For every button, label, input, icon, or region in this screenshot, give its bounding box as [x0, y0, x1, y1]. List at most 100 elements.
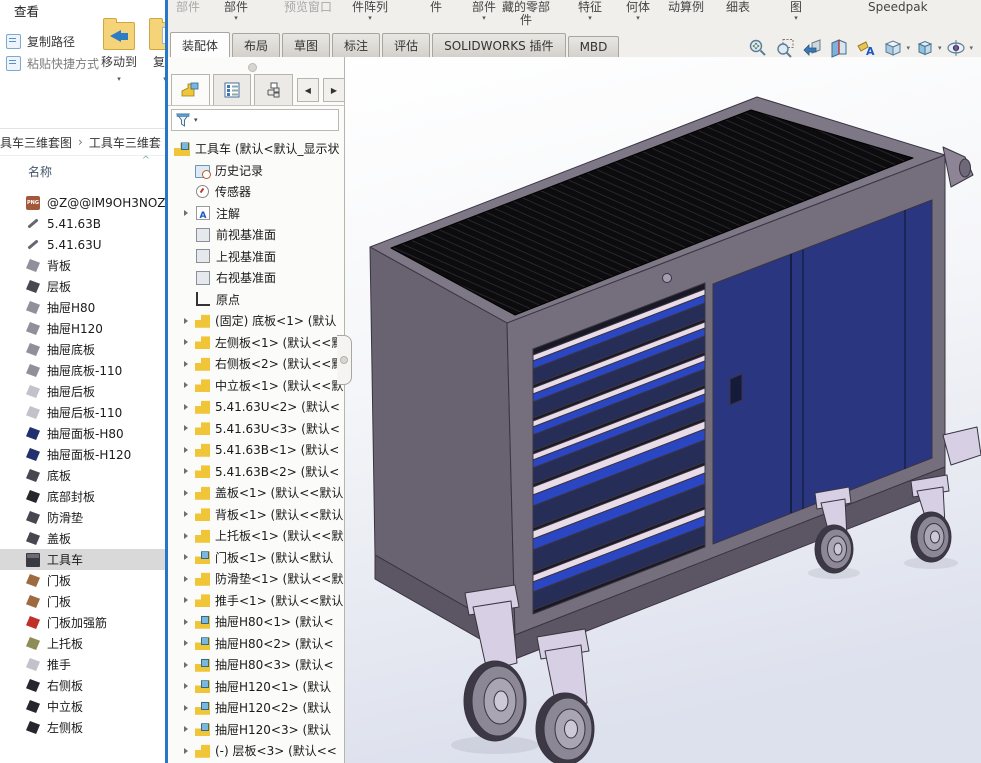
expand-arrow-icon[interactable] — [184, 597, 195, 603]
zoom-to-fit-icon[interactable] — [746, 36, 770, 60]
tree-item[interactable]: 前视基准面 — [168, 224, 345, 246]
annotation-visibility-icon[interactable]: A — [854, 36, 878, 60]
breadcrumb-part[interactable]: 具车三维套图 — [0, 134, 72, 151]
file-row[interactable]: 抽屉底板 — [0, 339, 165, 360]
display-style-icon[interactable] — [913, 36, 937, 60]
expand-arrow-icon[interactable] — [184, 210, 195, 216]
file-row[interactable]: 门板 — [0, 591, 165, 612]
expand-arrow-icon[interactable] — [184, 640, 195, 646]
file-row[interactable]: 抽屉底板-110 — [0, 360, 165, 381]
tree-item[interactable]: 抽屉H80<1> (默认< — [168, 611, 345, 633]
hide-show-items-icon[interactable] — [944, 36, 968, 60]
expand-arrow-icon[interactable] — [184, 490, 195, 496]
expand-arrow-icon[interactable] — [184, 425, 195, 431]
tree-item[interactable]: 抽屉H80<3> (默认< — [168, 654, 345, 676]
tree-item[interactable]: 盖板<1> (默认<<默认 — [168, 482, 345, 504]
graphics-viewport[interactable] — [345, 57, 981, 763]
tool-cart-model[interactable] — [345, 57, 981, 763]
panel-scroll-right-button[interactable]: ▶ — [323, 78, 345, 102]
ribbon-button[interactable]: 图 ▾ — [768, 1, 824, 22]
tree-item[interactable]: 右侧板<2> (默认<<默 — [168, 353, 345, 375]
panel-scroll-left-button[interactable]: ◀ — [297, 78, 319, 102]
file-row[interactable]: 右侧板 — [0, 675, 165, 696]
expand-arrow-icon[interactable] — [184, 511, 195, 517]
tree-item[interactable]: 上托板<1> (默认<<默 — [168, 525, 345, 547]
expand-arrow-icon[interactable] — [184, 468, 195, 474]
file-row[interactable]: 抽屉面板-H80 — [0, 423, 165, 444]
ribbon-button[interactable]: 动算例 ▾ — [658, 1, 714, 22]
file-row[interactable]: 背板 — [0, 255, 165, 276]
explorer-view-tab[interactable]: 查看 — [14, 1, 39, 20]
commandmanager-tab[interactable]: SOLIDWORKS 插件 — [432, 33, 565, 57]
commandmanager-tab[interactable]: 标注 — [332, 33, 380, 57]
tree-item[interactable]: 注解 — [168, 203, 345, 225]
tree-item[interactable]: 推手<1> (默认<<默认 — [168, 590, 345, 612]
explorer-action[interactable]: 复制路径 — [0, 30, 99, 52]
panel-splitter-dot[interactable] — [248, 63, 257, 72]
commandmanager-tab[interactable]: 布局 — [232, 33, 280, 57]
expand-arrow-icon[interactable] — [184, 726, 195, 732]
file-row[interactable]: 防滑垫 — [0, 507, 165, 528]
view-orientation-icon[interactable] — [881, 36, 905, 60]
featuremanager-tab[interactable] — [171, 74, 210, 105]
configurationmanager-tab[interactable] — [254, 74, 293, 105]
tree-item[interactable]: 5.41.63B<1> (默认< — [168, 439, 345, 461]
ribbon-button[interactable]: 藏的零部件 ▾ — [498, 1, 554, 35]
propertymanager-tab[interactable] — [213, 74, 252, 105]
key-lock[interactable] — [663, 274, 672, 283]
tree-item[interactable]: 5.41.63U<3> (默认< — [168, 418, 345, 440]
expand-arrow-icon[interactable] — [184, 619, 195, 625]
expand-arrow-icon[interactable] — [184, 533, 195, 539]
file-row[interactable]: 门板加强筋 — [0, 612, 165, 633]
file-row[interactable]: 抽屉后板 — [0, 381, 165, 402]
file-row[interactable]: 5.41.63B — [0, 213, 165, 234]
door-handle-slot[interactable] — [730, 374, 742, 405]
tree-item[interactable]: 背板<1> (默认<<默认 — [168, 504, 345, 526]
tree-item[interactable]: 抽屉H120<3> (默认 — [168, 719, 345, 741]
name-column-header[interactable]: 名称 ^ — [28, 163, 158, 180]
file-row[interactable]: 层板 — [0, 276, 165, 297]
move-to-button[interactable]: 移动到 ▾ — [96, 22, 142, 84]
chevron-down-icon[interactable]: ▾ — [938, 44, 942, 52]
expand-arrow-icon[interactable] — [184, 705, 195, 711]
file-row[interactable]: 推手 — [0, 654, 165, 675]
tree-item[interactable]: (-) 层板<3> (默认<< — [168, 740, 345, 762]
expand-arrow-icon[interactable] — [184, 662, 195, 668]
section-view-icon[interactable] — [827, 36, 851, 60]
tree-item[interactable]: 抽屉H80<2> (默认< — [168, 633, 345, 655]
expand-arrow-icon[interactable] — [184, 339, 195, 345]
zoom-to-area-icon[interactable] — [773, 36, 797, 60]
ribbon-button[interactable]: 件阵列 ▾ — [342, 1, 398, 22]
breadcrumb-part[interactable]: 工具车三维套 — [89, 134, 161, 151]
tree-item[interactable]: 门板<1> (默认<默认 — [168, 547, 345, 569]
file-row[interactable]: 抽屉H80 — [0, 297, 165, 318]
tree-item[interactable]: 抽屉H120<1> (默认 — [168, 676, 345, 698]
file-row[interactable]: 抽屉后板-110 — [0, 402, 165, 423]
file-row[interactable]: @Z@@IM9OH3NOZ8 — [0, 192, 165, 213]
file-row[interactable]: 工具车 — [0, 549, 165, 570]
commandmanager-tab[interactable]: 评估 — [382, 33, 430, 57]
tree-item[interactable]: 防滑垫<1> (默认<<默 — [168, 568, 345, 590]
expand-arrow-icon[interactable] — [184, 576, 195, 582]
expand-arrow-icon[interactable] — [184, 382, 195, 388]
tree-item[interactable]: (固定) 底板<1> (默认 — [168, 310, 345, 332]
expand-arrow-icon[interactable] — [184, 554, 195, 560]
expand-arrow-icon[interactable] — [184, 447, 195, 453]
file-row[interactable]: 底板 — [0, 465, 165, 486]
tree-item[interactable]: 历史记录 — [168, 160, 345, 182]
file-row[interactable]: 中立板 — [0, 696, 165, 717]
commandmanager-tab[interactable]: MBD — [568, 36, 620, 57]
tree-item[interactable]: 中立板<1> (默认<<默 — [168, 375, 345, 397]
panel-collapse-handle[interactable] — [337, 335, 352, 385]
ribbon-button[interactable]: 细表 ▾ — [710, 1, 766, 22]
file-row[interactable]: 5.41.63U — [0, 234, 165, 255]
expand-arrow-icon[interactable] — [184, 361, 195, 367]
file-row[interactable]: 盖板 — [0, 528, 165, 549]
chevron-down-icon[interactable]: ▾ — [969, 44, 973, 52]
tree-item[interactable]: 原点 — [168, 289, 345, 311]
chevron-down-icon[interactable]: ▾ — [906, 44, 910, 52]
file-row[interactable]: 左侧板 — [0, 717, 165, 738]
file-row[interactable]: 底部封板 — [0, 486, 165, 507]
tree-item[interactable]: 传感器 — [168, 181, 345, 203]
tree-item[interactable]: 工具车 (默认<默认_显示状 — [168, 138, 345, 160]
